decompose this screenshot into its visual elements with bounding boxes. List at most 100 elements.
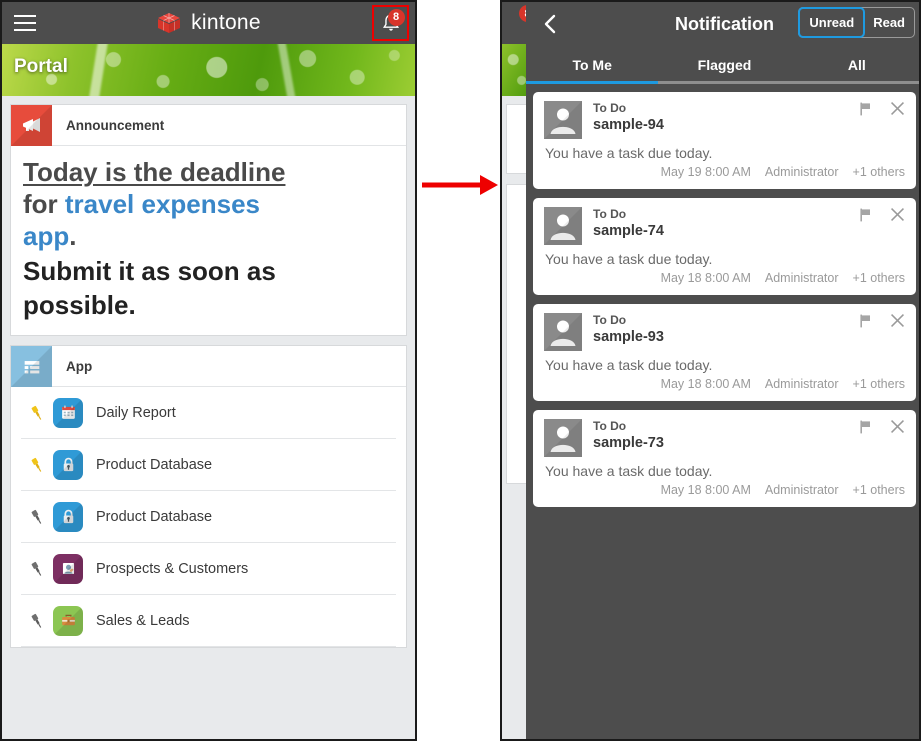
notification-screen: 8 Notification Unread Read To M [500, 0, 921, 741]
pin-icon[interactable] [21, 455, 53, 475]
flag-icon[interactable] [858, 313, 874, 334]
announcement-line-2-prefix: for [23, 189, 65, 220]
user-avatar [544, 313, 582, 351]
notification-meta: May 19 8:00 AM Administrator +1 others [544, 165, 905, 179]
notification-subject: sample-94 [593, 117, 664, 133]
list-icon [11, 346, 52, 388]
chevron-left-icon[interactable] [526, 2, 574, 46]
travel-expenses-link[interactable]: travel expenses [65, 189, 260, 219]
notification-meta: May 18 8:00 AM Administrator +1 others [544, 483, 905, 497]
notification-badge-count: 8 [387, 9, 405, 26]
notification-others: +1 others [852, 165, 905, 179]
portal-screen: kintone 8 Portal Announcement Today is t… [0, 0, 417, 741]
notification-card[interactable]: To Do sample-94 You have a task due toda… [533, 92, 916, 189]
announcement-line-1: Today is the deadline [23, 157, 286, 187]
pin-icon[interactable] [21, 611, 53, 631]
tab-to-me[interactable]: To Me [526, 46, 658, 84]
notification-tabs: To Me Flagged All [526, 46, 919, 84]
notification-list: To Do sample-94 You have a task due toda… [526, 84, 919, 524]
announcement-card: Announcement Today is the deadline for t… [10, 104, 407, 337]
unread-segment-button[interactable]: Unread [798, 7, 866, 38]
app-rows: Daily Report Product Database Product Da… [11, 387, 406, 648]
close-icon[interactable] [889, 100, 906, 122]
notification-others: +1 others [852, 483, 905, 497]
close-icon[interactable] [889, 206, 906, 228]
notification-card[interactable]: To Do sample-74 You have a task due toda… [533, 198, 916, 295]
notification-meta: May 18 8:00 AM Administrator +1 others [544, 271, 905, 285]
notification-author: Administrator [764, 483, 839, 497]
notification-subject: sample-73 [593, 435, 664, 451]
notification-message: You have a task due today. [545, 463, 713, 479]
notification-card-top: To Do sample-93 [544, 313, 905, 351]
flag-icon[interactable] [858, 207, 874, 228]
app-list-card-title: App [66, 358, 93, 374]
notification-card[interactable]: To Do sample-73 You have a task due toda… [533, 410, 916, 507]
notification-card-actions [858, 418, 906, 440]
notification-card-top: To Do sample-74 [544, 207, 905, 245]
portal-body: Announcement Today is the deadline for t… [2, 96, 415, 649]
notification-card[interactable]: To Do sample-93 You have a task due toda… [533, 304, 916, 401]
notification-others: +1 others [852, 377, 905, 391]
hamburger-menu-icon[interactable] [2, 2, 48, 44]
app-row[interactable]: Prospects & Customers [21, 543, 396, 596]
user-avatar [544, 101, 582, 139]
flag-icon[interactable] [858, 101, 874, 122]
announcement-line-2: for travel expenses [23, 188, 394, 220]
notification-bell-button[interactable]: 8 [372, 5, 409, 41]
notification-subject: sample-74 [593, 223, 664, 239]
notification-card-actions [858, 206, 906, 228]
app-name: Daily Report [96, 404, 176, 421]
announcement-line-3: app. [23, 220, 394, 252]
close-icon[interactable] [889, 418, 906, 440]
app-name: Product Database [96, 456, 213, 473]
app-link[interactable]: app [23, 221, 69, 251]
lock-icon [53, 449, 83, 480]
pin-icon[interactable] [21, 403, 53, 423]
notification-time: May 18 8:00 AM [660, 271, 751, 285]
announcement-line-4: Submit it as soon as [23, 255, 276, 286]
notification-card-titles: To Do sample-73 [593, 419, 664, 457]
read-state-toggle: Unread Read [798, 7, 915, 38]
close-icon[interactable] [889, 312, 906, 334]
customer-icon [53, 553, 83, 584]
brand-wordmark: kintone [191, 11, 261, 34]
notification-card-actions [858, 100, 906, 122]
notification-message: You have a task due today. [545, 357, 713, 373]
tab-all[interactable]: All [791, 46, 919, 84]
read-segment-button[interactable]: Read [864, 8, 914, 37]
announcement-card-title: Announcement [66, 117, 165, 133]
notification-time: May 19 8:00 AM [660, 165, 751, 179]
notification-meta: May 18 8:00 AM Administrator +1 others [544, 377, 905, 391]
notification-kind: To Do [593, 101, 627, 115]
notification-card-titles: To Do sample-94 [593, 101, 664, 139]
user-avatar [544, 419, 582, 457]
app-row[interactable]: Daily Report [21, 387, 396, 440]
notification-card-titles: To Do sample-74 [593, 207, 664, 245]
app-row[interactable]: Product Database [21, 491, 396, 544]
notification-author: Administrator [764, 377, 839, 391]
portal-topbar: kintone 8 [2, 2, 415, 44]
notification-others: +1 others [852, 271, 905, 285]
app-row[interactable]: Product Database [21, 439, 396, 492]
notification-kind: To Do [593, 313, 627, 327]
tab-flagged[interactable]: Flagged [658, 46, 790, 84]
bell-icon: 8 [380, 9, 405, 34]
notification-kind: To Do [593, 419, 627, 433]
app-list-card: App Daily Report Product Database Produc… [10, 345, 407, 649]
notification-message: You have a task due today. [545, 145, 713, 161]
portal-title: Portal [14, 56, 68, 77]
calendar-icon [53, 397, 83, 428]
right-arrow-annotation [422, 175, 498, 195]
notification-kind: To Do [593, 207, 627, 221]
notification-time: May 18 8:00 AM [660, 377, 751, 391]
app-list-card-header: App [11, 346, 406, 388]
app-row[interactable]: Sales & Leads [21, 595, 396, 648]
active-tab-indicator [526, 81, 659, 84]
flag-icon[interactable] [858, 419, 874, 440]
app-name: Sales & Leads [96, 612, 190, 629]
notification-time: May 18 8:00 AM [660, 483, 751, 497]
app-name: Product Database [96, 508, 213, 525]
notification-subject: sample-93 [593, 329, 664, 345]
pin-icon[interactable] [21, 507, 53, 527]
pin-icon[interactable] [21, 559, 53, 579]
